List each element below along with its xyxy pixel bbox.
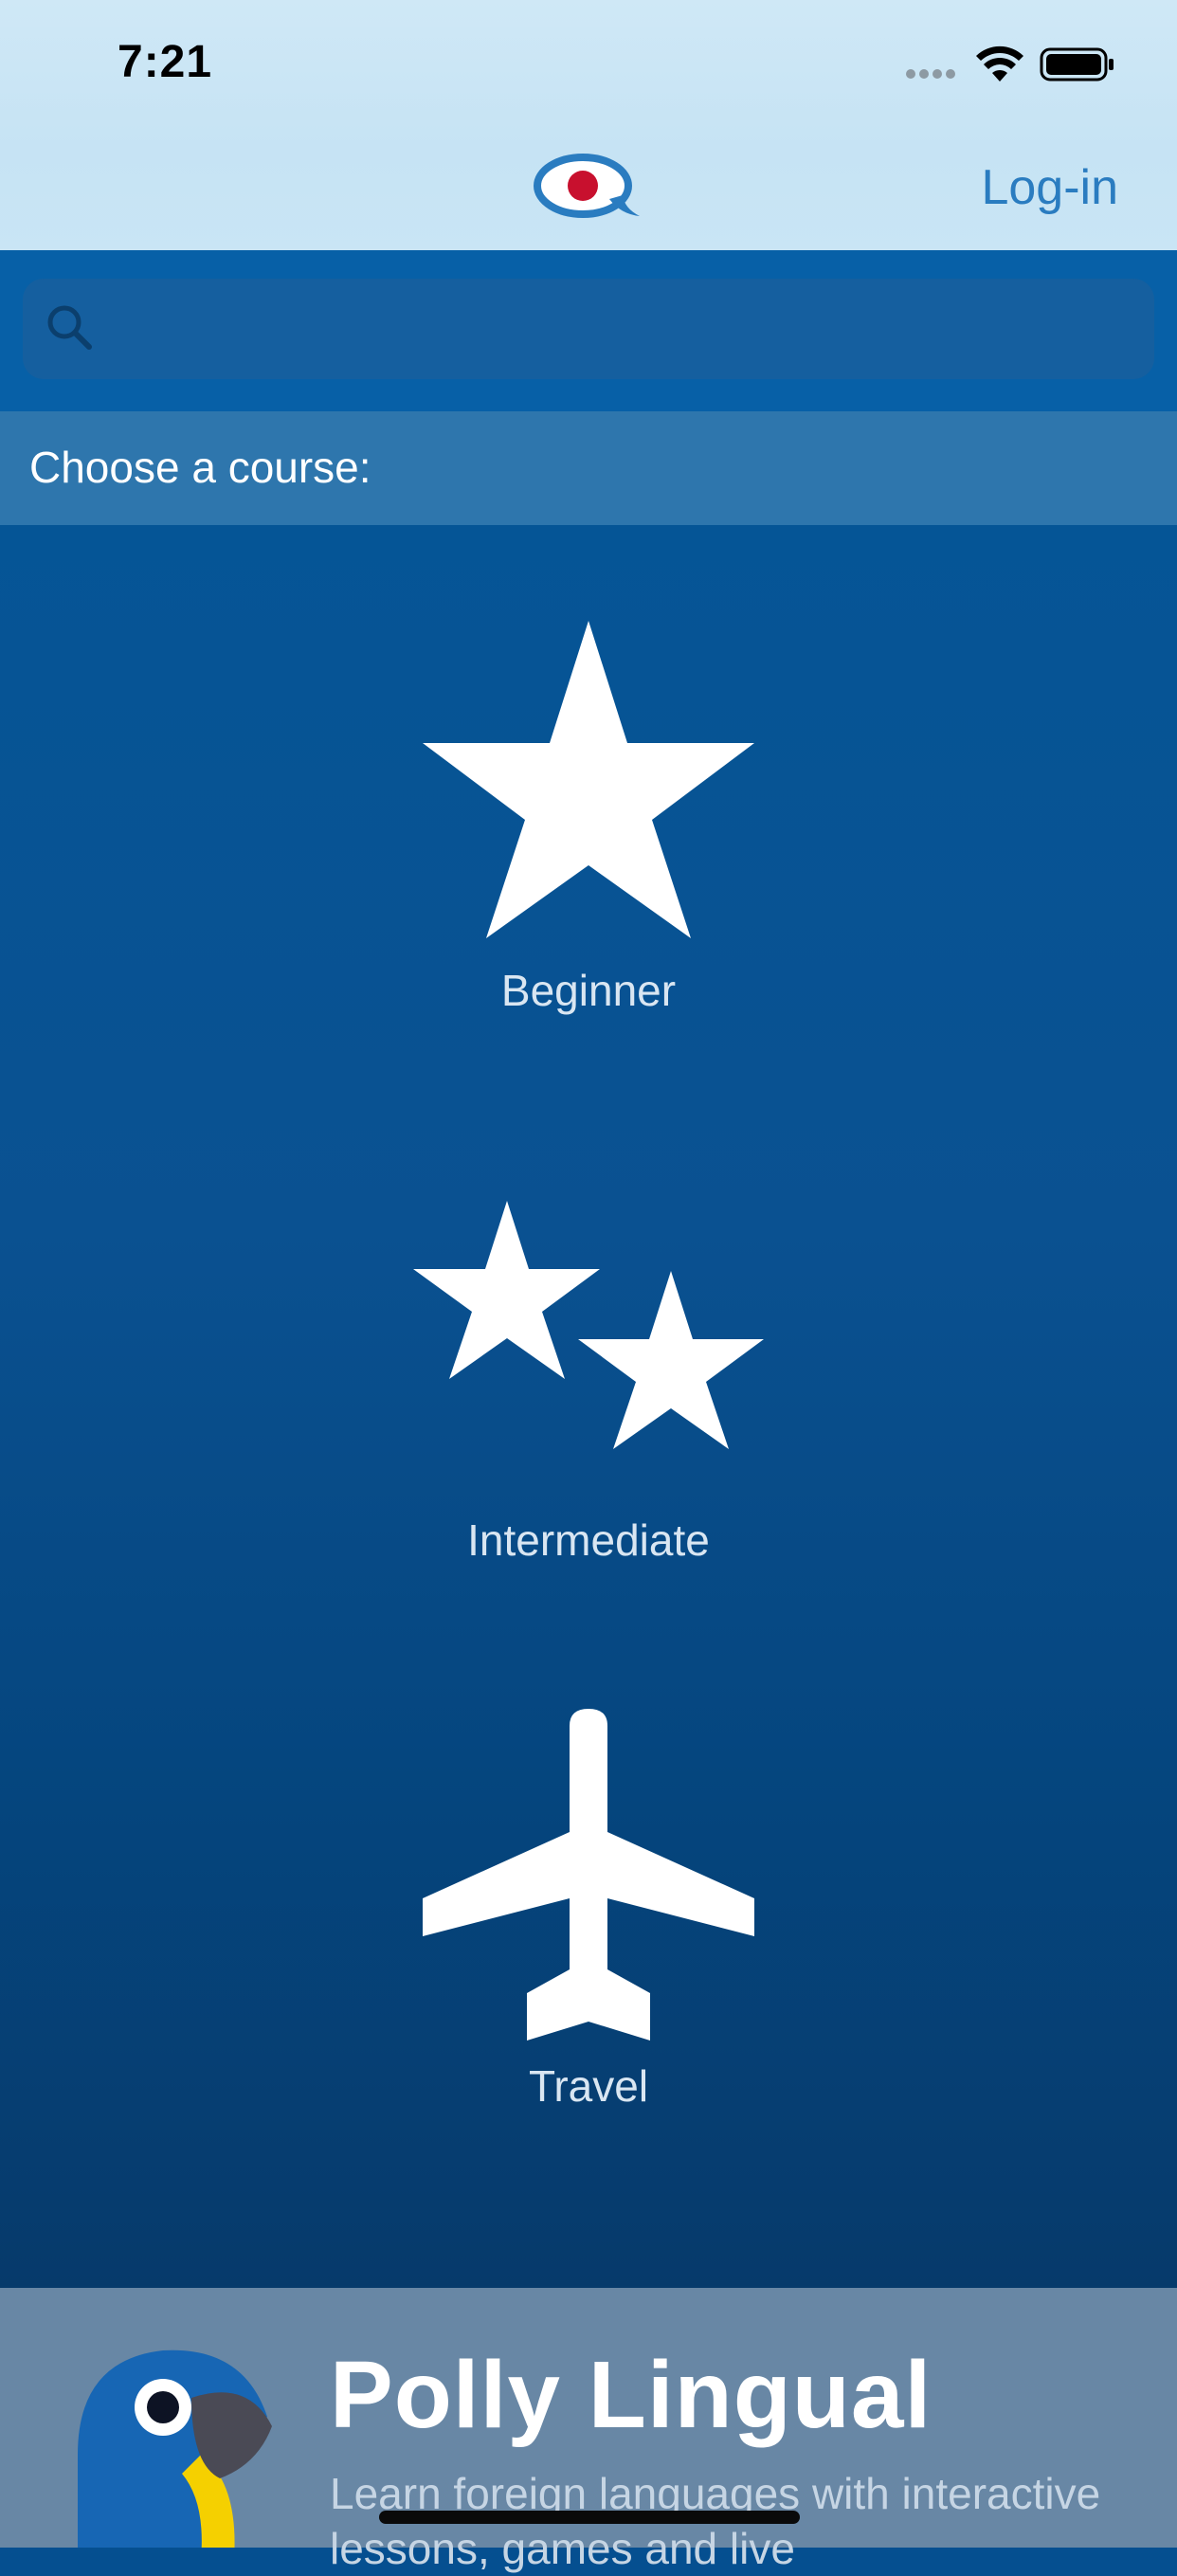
wifi-icon [976, 45, 1023, 82]
course-label-beginner: Beginner [500, 966, 677, 1015]
course-item-beginner[interactable]: Beginner [304, 616, 873, 1033]
status-time: 7:21 [118, 37, 213, 87]
star-icon [423, 621, 754, 938]
course-section-heading: Choose a course: [29, 443, 371, 492]
search-text-field[interactable] [118, 279, 1145, 381]
home-indicator[interactable] [379, 2511, 800, 2524]
two-stars-icon [413, 1201, 764, 1449]
search-input[interactable] [23, 279, 1154, 381]
speech-bubble-flag-icon [534, 154, 640, 218]
course-item-travel[interactable]: Travel [304, 1704, 873, 2121]
airplane-icon [423, 1709, 754, 2041]
promo-title: Polly Lingual [330, 2342, 933, 2448]
battery-icon [1040, 47, 1114, 82]
parrot-icon [78, 2349, 272, 2548]
course-label-intermediate: Intermediate [467, 1515, 710, 1565]
search-icon [47, 305, 92, 350]
course-label-travel: Travel [528, 2061, 649, 2111]
cellular-signal-icon [906, 69, 955, 79]
login-button[interactable]: Log-in [981, 159, 1118, 216]
course-item-intermediate[interactable]: Intermediate [304, 1196, 873, 1575]
